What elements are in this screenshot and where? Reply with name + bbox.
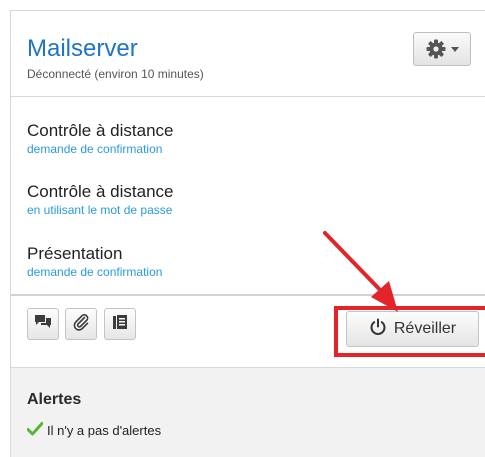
chat-icon [34, 314, 52, 335]
no-alerts-message: Il n'y a pas d'alertes [26, 422, 162, 439]
no-alerts-text: Il n'y a pas d'alertes [47, 423, 162, 438]
checkmark-icon [26, 422, 44, 439]
attachment-icon [72, 313, 90, 336]
attachment-button[interactable] [65, 308, 97, 340]
action-title: Contrôle à distance [27, 121, 174, 140]
chat-button[interactable] [27, 308, 59, 340]
connection-status: Déconnecté (environ 10 minutes) [27, 67, 204, 81]
action-subtitle: demande de confirmation [27, 142, 163, 156]
wake-button[interactable]: Réveiller [346, 311, 479, 347]
notes-button[interactable] [104, 308, 136, 340]
connection-actions: Contrôle à distance demande de confirmat… [11, 98, 485, 294]
power-icon [369, 318, 387, 341]
device-header: Mailserver Déconnecté (environ 10 minute… [11, 11, 485, 97]
notes-icon [112, 314, 128, 335]
action-remote-control-password[interactable]: Contrôle à distance en utilisant le mot … [27, 182, 173, 217]
device-name: Mailserver [27, 35, 138, 62]
alerts-title: Alertes [27, 391, 82, 408]
action-title: Contrôle à distance [27, 182, 174, 201]
settings-button[interactable] [413, 32, 471, 66]
device-panel: Mailserver Déconnecté (environ 10 minute… [10, 10, 485, 457]
action-title: Présentation [27, 244, 123, 263]
action-presentation-confirm[interactable]: Présentation demande de confirmation [27, 244, 162, 279]
action-subtitle: demande de confirmation [27, 265, 163, 279]
gear-icon [426, 39, 446, 59]
action-subtitle: en utilisant le mot de passe [27, 203, 173, 217]
alerts-section: Alertes Il n'y a pas d'alertes [11, 368, 485, 457]
wake-button-label: Réveiller [393, 320, 457, 337]
action-remote-control-confirm[interactable]: Contrôle à distance demande de confirmat… [27, 121, 173, 156]
chevron-down-icon [450, 46, 459, 52]
